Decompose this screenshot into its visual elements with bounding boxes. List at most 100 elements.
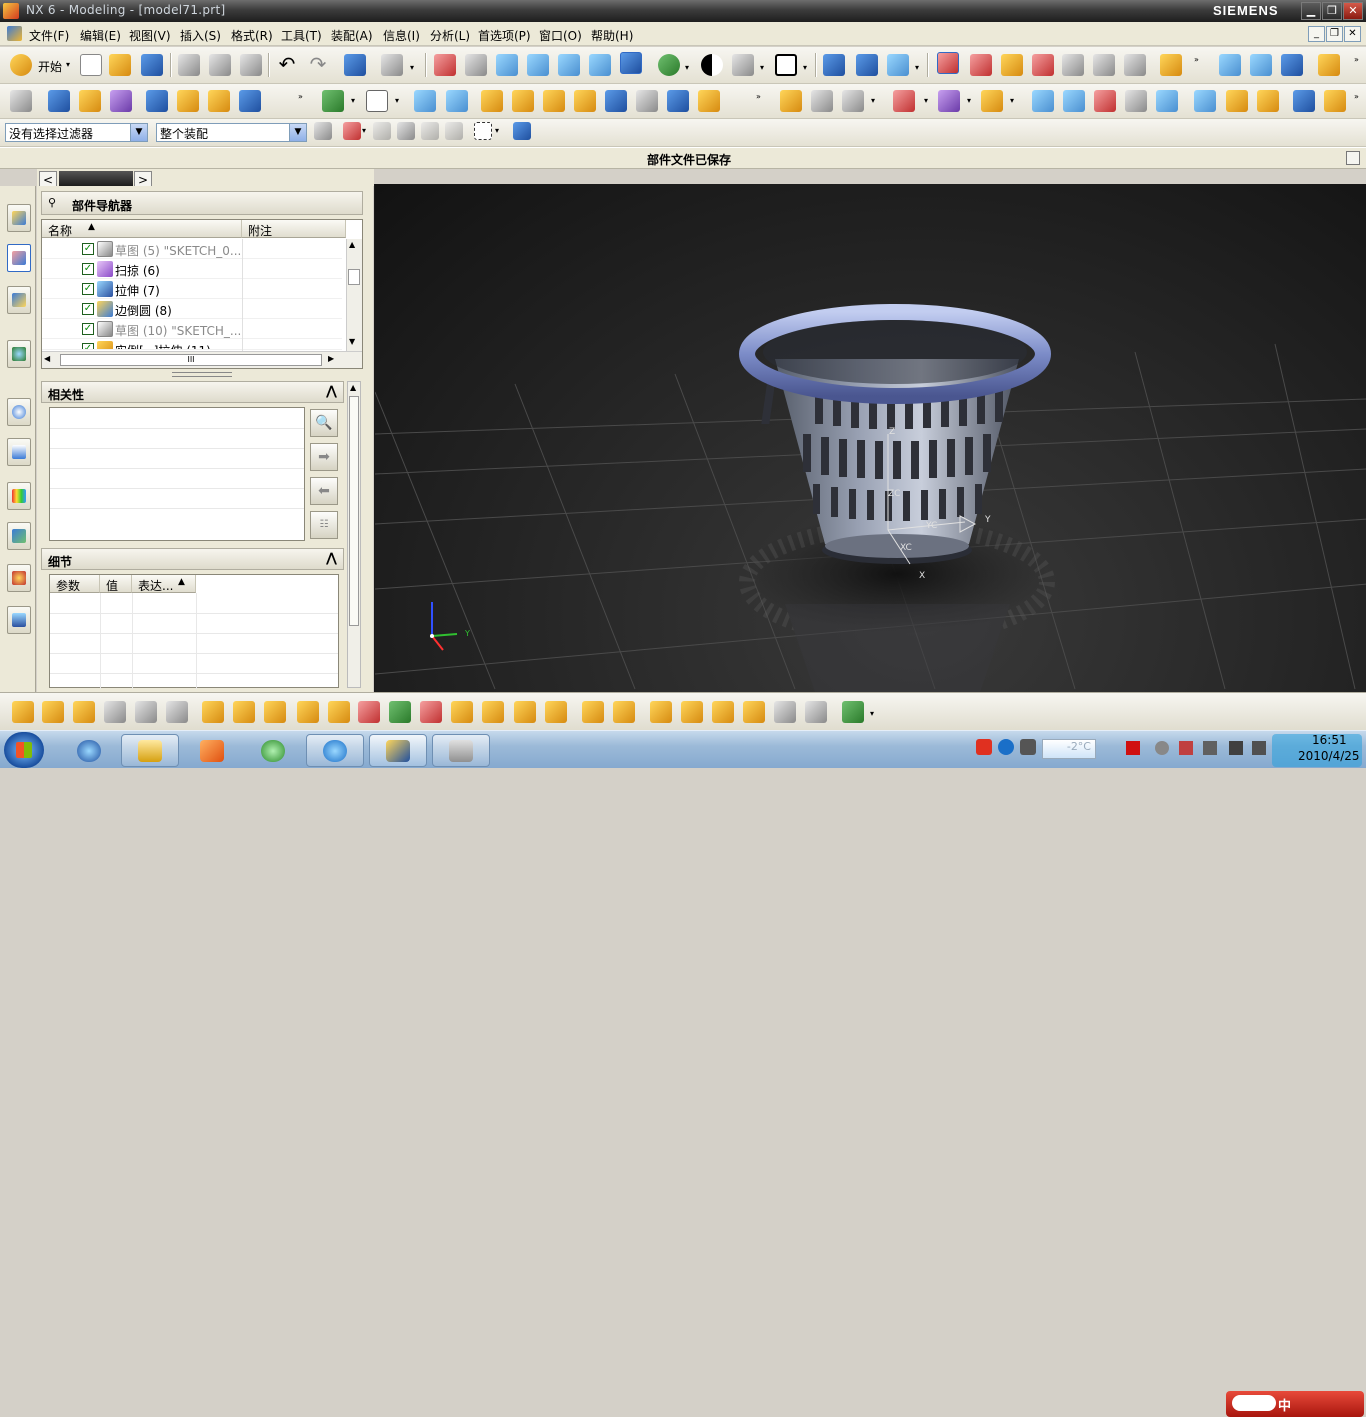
brush-icon[interactable] (1250, 54, 1272, 76)
start-dropdown-icon[interactable]: ▾ (66, 54, 74, 76)
menu-tools[interactable]: 工具(T) (281, 27, 322, 44)
details-header[interactable]: 细节 ⋀ (41, 548, 344, 570)
undo-icon[interactable]: ↶ (276, 54, 298, 76)
explode-icon[interactable] (328, 701, 350, 723)
assembly-cut-icon[interactable] (297, 701, 319, 723)
select-dropdown-icon[interactable]: ▾ (362, 120, 370, 142)
scroll-down-icon[interactable]: ▼ (349, 337, 355, 346)
scroll-thumb[interactable] (349, 396, 359, 626)
sweep-icon[interactable] (110, 90, 132, 112)
reuse-library-tab[interactable] (7, 438, 31, 466)
link-chain-icon[interactable] (712, 701, 734, 723)
zoom-icon[interactable] (496, 54, 518, 76)
tray-battery-icon[interactable] (1203, 741, 1217, 755)
start-orb[interactable] (4, 732, 44, 768)
datum-point-icon[interactable] (322, 90, 344, 112)
pin-icon[interactable]: ⚲ (48, 196, 56, 209)
edge-blend-icon[interactable] (414, 90, 436, 112)
move-component-icon[interactable] (823, 54, 845, 76)
nx-app-icon[interactable] (7, 26, 22, 41)
select-all-icon[interactable] (343, 122, 361, 140)
arrow-left-icon[interactable]: ⬅ (310, 477, 338, 505)
doc-close-button[interactable]: ✕ (1344, 26, 1361, 42)
promote-icon[interactable] (451, 701, 473, 723)
show-hide-icon[interactable] (381, 54, 403, 76)
zoom-in-out-icon[interactable] (527, 54, 549, 76)
scroll-left-icon[interactable]: ◀ (44, 354, 50, 363)
layers-icon[interactable] (1281, 54, 1303, 76)
column-header-notes[interactable]: 附注 (242, 220, 346, 238)
boolean-icon[interactable] (239, 90, 261, 112)
datum-plane-icon[interactable] (366, 90, 388, 112)
offset-surface-icon[interactable] (1324, 90, 1346, 112)
frame-icon[interactable] (681, 701, 703, 723)
doc-restore-button[interactable]: ❐ (1326, 26, 1343, 42)
thread-icon[interactable] (636, 90, 658, 112)
sparkle-dropdown-icon[interactable]: ▾ (915, 57, 923, 79)
menu-window[interactable]: 窗口(O) (539, 27, 582, 44)
add-component-icon[interactable] (12, 701, 34, 723)
more-features-icon[interactable]: » (298, 86, 306, 108)
copy-icon[interactable] (209, 54, 231, 76)
extrude-icon[interactable] (48, 90, 70, 112)
taskbar-media[interactable] (183, 734, 241, 767)
create-array-icon[interactable] (73, 701, 95, 723)
bridge-dropdown-icon[interactable]: ▾ (1010, 90, 1018, 112)
chevron-down-icon[interactable]: ▼ (289, 124, 306, 141)
assembly-scope-select[interactable]: 整个装配 ▼ (156, 123, 307, 142)
shell-icon[interactable] (208, 90, 230, 112)
magnify-icon[interactable]: 🔍 (310, 409, 338, 437)
scroll-up-icon[interactable]: ▲ (349, 240, 355, 249)
more-tools-icon-2[interactable]: » (1354, 49, 1362, 71)
column-header-name[interactable]: 名称 ▲ (42, 220, 242, 238)
graphics-viewport[interactable]: Z ZC YC Y XC X Y (374, 184, 1366, 692)
tree-row[interactable]: ✓ 拉伸 (7) (42, 279, 342, 299)
menu-file[interactable]: 文件(F) (29, 27, 69, 44)
edit-dropdown-icon[interactable]: ▾ (871, 90, 879, 112)
swept-surface-icon[interactable] (1125, 90, 1147, 112)
curve-dropdown-icon[interactable]: ▾ (924, 90, 932, 112)
status-expand-icon[interactable] (1346, 151, 1360, 165)
clock-time[interactable]: 16:51 (1312, 733, 1347, 747)
rotate-icon[interactable] (558, 54, 580, 76)
show-hide-dropdown-icon[interactable]: ▾ (410, 57, 418, 79)
bounded-plane-icon[interactable] (1194, 90, 1216, 112)
tool-hammer-icon[interactable] (545, 701, 567, 723)
checkbox-checked-icon[interactable]: ✓ (82, 263, 94, 275)
through-curves-icon[interactable] (1094, 90, 1116, 112)
menu-format[interactable]: 格式(R) (231, 27, 273, 44)
stack-icon[interactable] (1318, 54, 1340, 76)
reposition-icon[interactable] (264, 701, 286, 723)
mirror-icon[interactable] (698, 90, 720, 112)
rectangle-select-icon[interactable] (474, 122, 492, 140)
lighting-dropdown-icon[interactable]: ▾ (760, 57, 768, 79)
wave-link-icon[interactable] (166, 701, 188, 723)
save-icon[interactable] (141, 54, 163, 76)
menu-assembly[interactable]: 装配(A) (331, 27, 373, 44)
taskbar-ie[interactable] (60, 734, 118, 767)
doc-minimize-button[interactable]: _ (1308, 26, 1325, 42)
edit-feature-icon[interactable] (780, 90, 802, 112)
menu-edit[interactable]: 编辑(E) (80, 27, 121, 44)
menu-insert[interactable]: 插入(S) (180, 27, 221, 44)
process-studio-tab[interactable] (7, 522, 31, 550)
background-icon[interactable] (701, 54, 723, 76)
diamond-icon[interactable] (743, 701, 765, 723)
tray-arrow-icon[interactable] (1020, 739, 1036, 755)
pan-icon[interactable] (589, 54, 611, 76)
block-icon[interactable] (146, 90, 168, 112)
tray-flag-icon[interactable] (1126, 741, 1140, 755)
arrow-right-icon[interactable]: ➡ (310, 443, 338, 471)
new-file-icon[interactable] (80, 54, 102, 76)
scroll-up-icon[interactable]: ▲ (350, 383, 356, 392)
split-body-icon[interactable] (605, 90, 627, 112)
trim-body-icon[interactable] (574, 90, 596, 112)
weather-widget[interactable]: -2°C (1042, 739, 1096, 759)
scroll-thumb[interactable] (348, 269, 360, 285)
snap-endpoint-icon[interactable] (1001, 54, 1023, 76)
dependencies-header[interactable]: 相关性 ⋀ (41, 381, 344, 403)
feature-params-icon[interactable] (811, 90, 833, 112)
move-component-bottom-icon[interactable] (233, 701, 255, 723)
system-scene-tab[interactable] (7, 606, 31, 634)
tray-search-icon[interactable] (1155, 741, 1169, 755)
